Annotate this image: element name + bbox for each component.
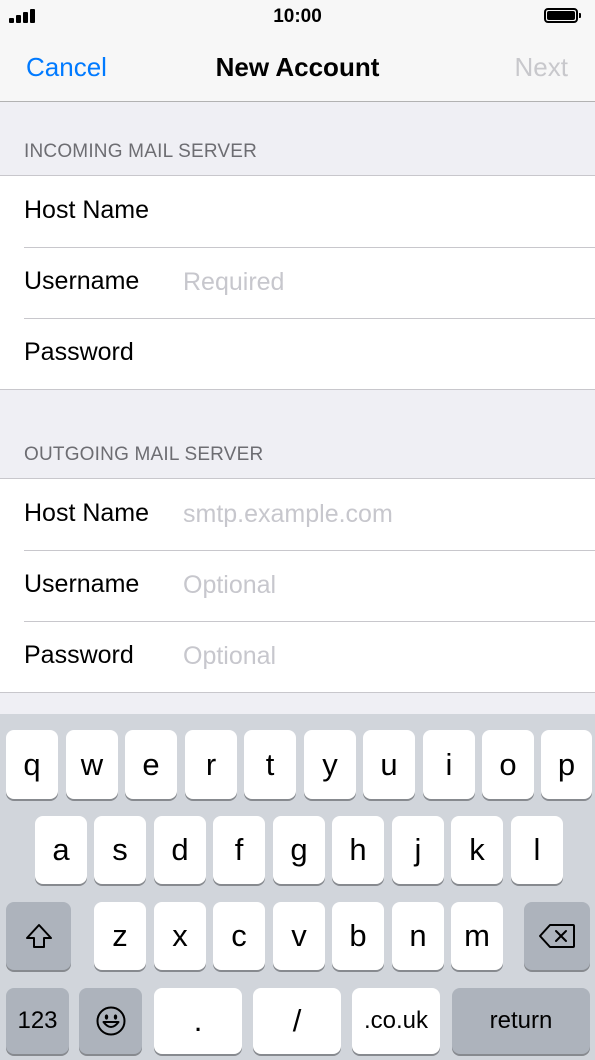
key-b[interactable]: b bbox=[332, 902, 384, 970]
key-w[interactable]: w bbox=[66, 730, 118, 799]
outgoing-host-input[interactable] bbox=[183, 498, 573, 530]
outgoing-username-row[interactable]: Username bbox=[0, 550, 595, 621]
key-m[interactable]: m bbox=[451, 902, 503, 970]
incoming-host-label: Host Name bbox=[24, 196, 150, 224]
slash-key[interactable]: / bbox=[253, 988, 341, 1054]
key-c[interactable]: c bbox=[213, 902, 265, 970]
key-x[interactable]: x bbox=[154, 902, 206, 970]
outgoing-username-input[interactable] bbox=[183, 569, 573, 601]
page-title: New Account bbox=[215, 52, 380, 82]
key-u[interactable]: u bbox=[363, 730, 415, 799]
key-k[interactable]: k bbox=[451, 816, 503, 884]
status-bar: 10:00 bbox=[0, 0, 595, 36]
outgoing-server-group: Host Name Username Password bbox=[0, 478, 595, 693]
domain-key[interactable]: .co.uk bbox=[352, 988, 440, 1054]
incoming-password-row[interactable]: Password bbox=[0, 318, 595, 389]
outgoing-password-input[interactable] bbox=[183, 640, 573, 672]
key-v[interactable]: v bbox=[273, 902, 325, 970]
outgoing-username-label: Username bbox=[24, 570, 140, 598]
period-key[interactable]: . bbox=[154, 988, 242, 1054]
navigation-bar: Cancel New Account Next bbox=[0, 36, 595, 102]
key-e[interactable]: e bbox=[125, 730, 177, 799]
key-z[interactable]: z bbox=[94, 902, 146, 970]
emoji-key[interactable] bbox=[79, 988, 142, 1054]
key-o[interactable]: o bbox=[482, 730, 534, 799]
key-j[interactable]: j bbox=[392, 816, 444, 884]
numbers-key[interactable]: 123 bbox=[6, 988, 69, 1054]
emoji-icon bbox=[96, 1006, 125, 1036]
incoming-username-row[interactable]: Username bbox=[0, 247, 595, 318]
outgoing-password-row[interactable]: Password bbox=[0, 621, 595, 692]
incoming-password-label: Password bbox=[24, 338, 134, 366]
incoming-host-row[interactable]: Host Name bbox=[0, 176, 595, 247]
incoming-username-input[interactable] bbox=[183, 266, 573, 298]
key-d[interactable]: d bbox=[154, 816, 206, 884]
outgoing-host-row[interactable]: Host Name bbox=[0, 479, 595, 550]
shift-key[interactable] bbox=[6, 902, 71, 970]
key-y[interactable]: y bbox=[304, 730, 356, 799]
status-time: 10:00 bbox=[273, 6, 322, 27]
incoming-host-input[interactable] bbox=[183, 195, 573, 227]
key-s[interactable]: s bbox=[94, 816, 146, 884]
key-g[interactable]: g bbox=[273, 816, 325, 884]
return-key[interactable]: return bbox=[452, 988, 590, 1054]
delete-key[interactable] bbox=[524, 902, 590, 970]
incoming-username-label: Username bbox=[24, 267, 140, 295]
key-h[interactable]: h bbox=[332, 816, 384, 884]
key-r[interactable]: r bbox=[185, 730, 237, 799]
key-t[interactable]: t bbox=[244, 730, 296, 799]
key-n[interactable]: n bbox=[392, 902, 444, 970]
key-a[interactable]: a bbox=[35, 816, 87, 884]
incoming-password-input[interactable] bbox=[183, 337, 573, 369]
key-q[interactable]: q bbox=[6, 730, 58, 799]
outgoing-host-label: Host Name bbox=[24, 499, 150, 527]
key-p[interactable]: p bbox=[541, 730, 592, 799]
delete-icon bbox=[539, 924, 575, 948]
key-f[interactable]: f bbox=[213, 816, 265, 884]
outgoing-password-label: Password bbox=[24, 641, 134, 669]
incoming-section-header: INCOMING MAIL SERVER bbox=[24, 141, 258, 162]
key-l[interactable]: l bbox=[511, 816, 563, 884]
keyboard: q w e r t y u i o p a s d f g h j k l z … bbox=[0, 714, 595, 1060]
next-button[interactable]: Next bbox=[515, 52, 568, 83]
battery-icon bbox=[544, 8, 581, 23]
outgoing-section-header: OUTGOING MAIL SERVER bbox=[24, 444, 264, 465]
key-i[interactable]: i bbox=[423, 730, 475, 799]
incoming-server-group: Host Name Username Password bbox=[0, 175, 595, 390]
shift-icon bbox=[25, 924, 52, 948]
